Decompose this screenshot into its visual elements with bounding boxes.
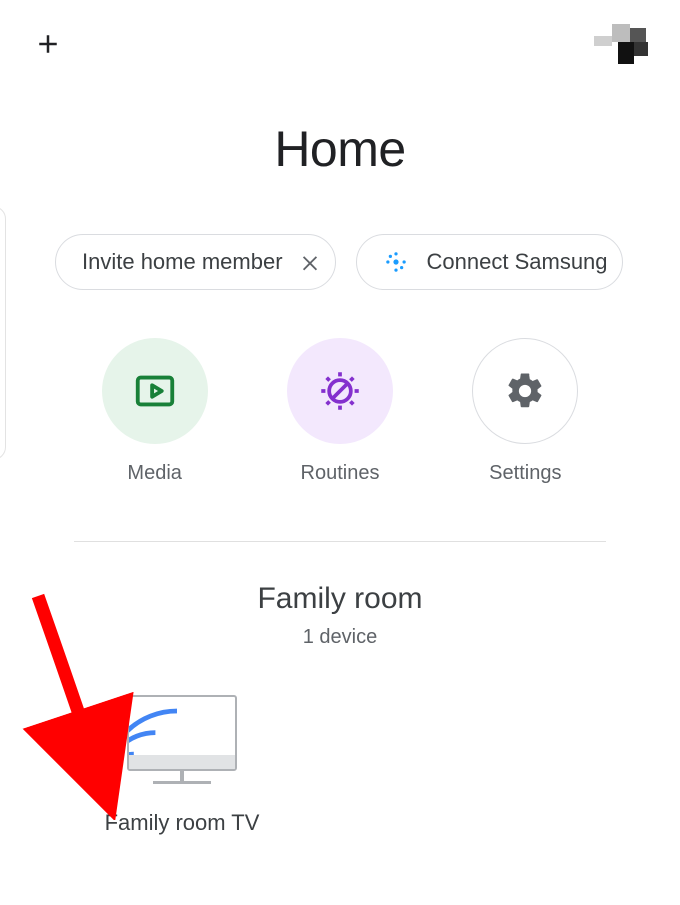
action-media[interactable]: Media <box>95 338 215 485</box>
smartthings-icon <box>383 249 409 275</box>
device-label: Family room TV <box>105 810 260 836</box>
quick-actions-row: Media Routines <box>62 338 618 485</box>
section-divider <box>74 541 606 542</box>
top-bar <box>0 0 680 70</box>
routines-circle <box>287 338 393 444</box>
gear-icon <box>504 370 546 412</box>
action-label: Routines <box>301 462 380 485</box>
chromecast-tv-icon <box>127 695 237 784</box>
media-circle <box>102 338 208 444</box>
routines-icon <box>315 366 365 416</box>
action-routines[interactable]: Routines <box>280 338 400 485</box>
settings-circle <box>472 338 578 444</box>
media-play-icon <box>132 368 178 414</box>
device-tile-family-room-tv[interactable]: Family room TV <box>92 695 272 836</box>
room-subtitle: 1 device <box>0 626 680 649</box>
close-icon[interactable] <box>299 251 321 273</box>
page-title: Home <box>0 120 680 178</box>
chip-connect-samsung[interactable]: Connect Samsung <box>356 234 623 290</box>
suggestion-chip-row: Invite home member Connect Samsung <box>55 234 680 290</box>
edge-scroll-hint <box>0 206 6 460</box>
add-button[interactable] <box>30 26 66 62</box>
room-title: Family room <box>0 582 680 616</box>
chip-label: Invite home member <box>82 249 283 275</box>
chip-label: Connect Samsung <box>427 249 608 275</box>
action-label: Settings <box>489 462 561 485</box>
plus-icon <box>33 29 63 59</box>
action-label: Media <box>127 462 181 485</box>
account-avatar[interactable] <box>594 24 650 64</box>
action-settings[interactable]: Settings <box>465 338 585 485</box>
chip-invite-member[interactable]: Invite home member <box>55 234 336 290</box>
